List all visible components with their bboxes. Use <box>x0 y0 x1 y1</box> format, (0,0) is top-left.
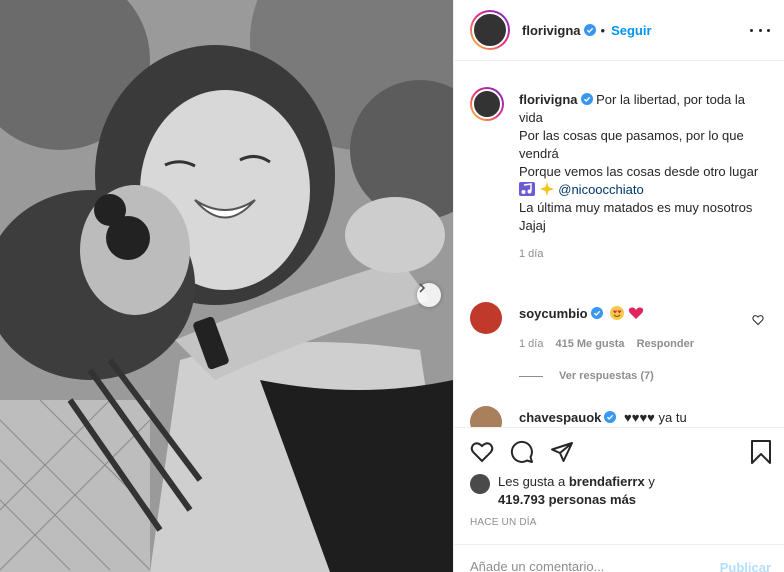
caption-mention-link[interactable]: @nicoocchiato <box>558 182 643 197</box>
follow-button[interactable]: Seguir <box>611 23 651 38</box>
caption-time[interactable]: 1 día <box>519 245 759 263</box>
verified-badge-icon <box>590 307 603 319</box>
view-replies-button[interactable]: Ver respuestas (7) <box>519 370 654 382</box>
comment-bubble-icon[interactable] <box>510 440 534 464</box>
post-timestamp[interactable]: HACE UN DÍA <box>470 517 537 528</box>
comment-likes[interactable]: 415 Me gusta <box>555 338 624 350</box>
commenter-username[interactable]: chavespauok <box>519 410 601 425</box>
likes-line-1: Les gusta a brendafierrx y <box>498 474 655 489</box>
comment-meta: 1 día 415 Me gusta Responder <box>519 338 694 350</box>
save-bookmark-icon[interactable] <box>750 440 772 464</box>
like-comment-heart-icon[interactable] <box>752 314 764 326</box>
comment-input[interactable] <box>470 559 700 572</box>
post-photo[interactable] <box>0 0 453 572</box>
share-paper-plane-icon[interactable] <box>550 440 574 464</box>
sparkles-icon <box>539 182 554 196</box>
commenter-avatar[interactable] <box>470 406 502 427</box>
verified-badge-icon <box>583 24 596 36</box>
likes-prefix: Les gusta a <box>498 474 566 489</box>
heart-icon <box>628 307 643 319</box>
caption-line-2: Por las cosas que pasamos, por lo que ve… <box>519 128 744 161</box>
commenter-username[interactable]: soycumbio <box>519 306 588 321</box>
caption-line-3: Porque vemos las cosas desde otro lugar <box>519 164 759 179</box>
publish-button[interactable]: Publicar <box>720 560 771 572</box>
likes-suffix: y <box>648 474 655 489</box>
like-heart-icon[interactable] <box>470 440 494 464</box>
likes-count[interactable]: 419.793 personas más <box>498 492 636 507</box>
action-bar <box>454 427 784 475</box>
caption-avatar[interactable] <box>470 87 504 121</box>
view-replies-label: Ver respuestas (7) <box>559 370 654 382</box>
photo-illustration <box>0 0 453 572</box>
next-photo-button[interactable] <box>417 283 441 307</box>
replies-divider <box>519 375 543 377</box>
caption-line-last: La última muy matados es muy nosotros Ja… <box>519 200 753 233</box>
reply-button[interactable]: Responder <box>637 338 694 350</box>
caption-username[interactable]: florivigna <box>519 92 578 107</box>
post-header: florivigna • Seguir <box>454 0 784 61</box>
comment-time[interactable]: 1 día <box>519 338 543 350</box>
post-panel: florivigna • Seguir florivigna Por la li… <box>453 0 784 572</box>
comment-text: ♥♥♥♥ ya tu <box>624 410 687 425</box>
heart-eyes-icon <box>610 306 625 320</box>
more-options-icon[interactable] <box>750 22 770 38</box>
header-separator: • <box>600 22 606 38</box>
music-notes-icon <box>519 182 535 196</box>
commenter-avatar[interactable] <box>470 302 502 334</box>
liker-avatar[interactable] <box>470 474 490 494</box>
liker-username[interactable]: brendafierrx <box>569 474 645 489</box>
author-avatar[interactable] <box>470 10 510 50</box>
add-comment-bar: Publicar <box>454 544 784 572</box>
verified-badge-icon <box>604 411 617 423</box>
chevron-right-icon <box>419 283 426 293</box>
author-username[interactable]: florivigna <box>522 23 581 38</box>
verified-badge-icon <box>580 93 593 105</box>
comments-list: florivigna Por la libertad, por toda la … <box>454 61 784 427</box>
